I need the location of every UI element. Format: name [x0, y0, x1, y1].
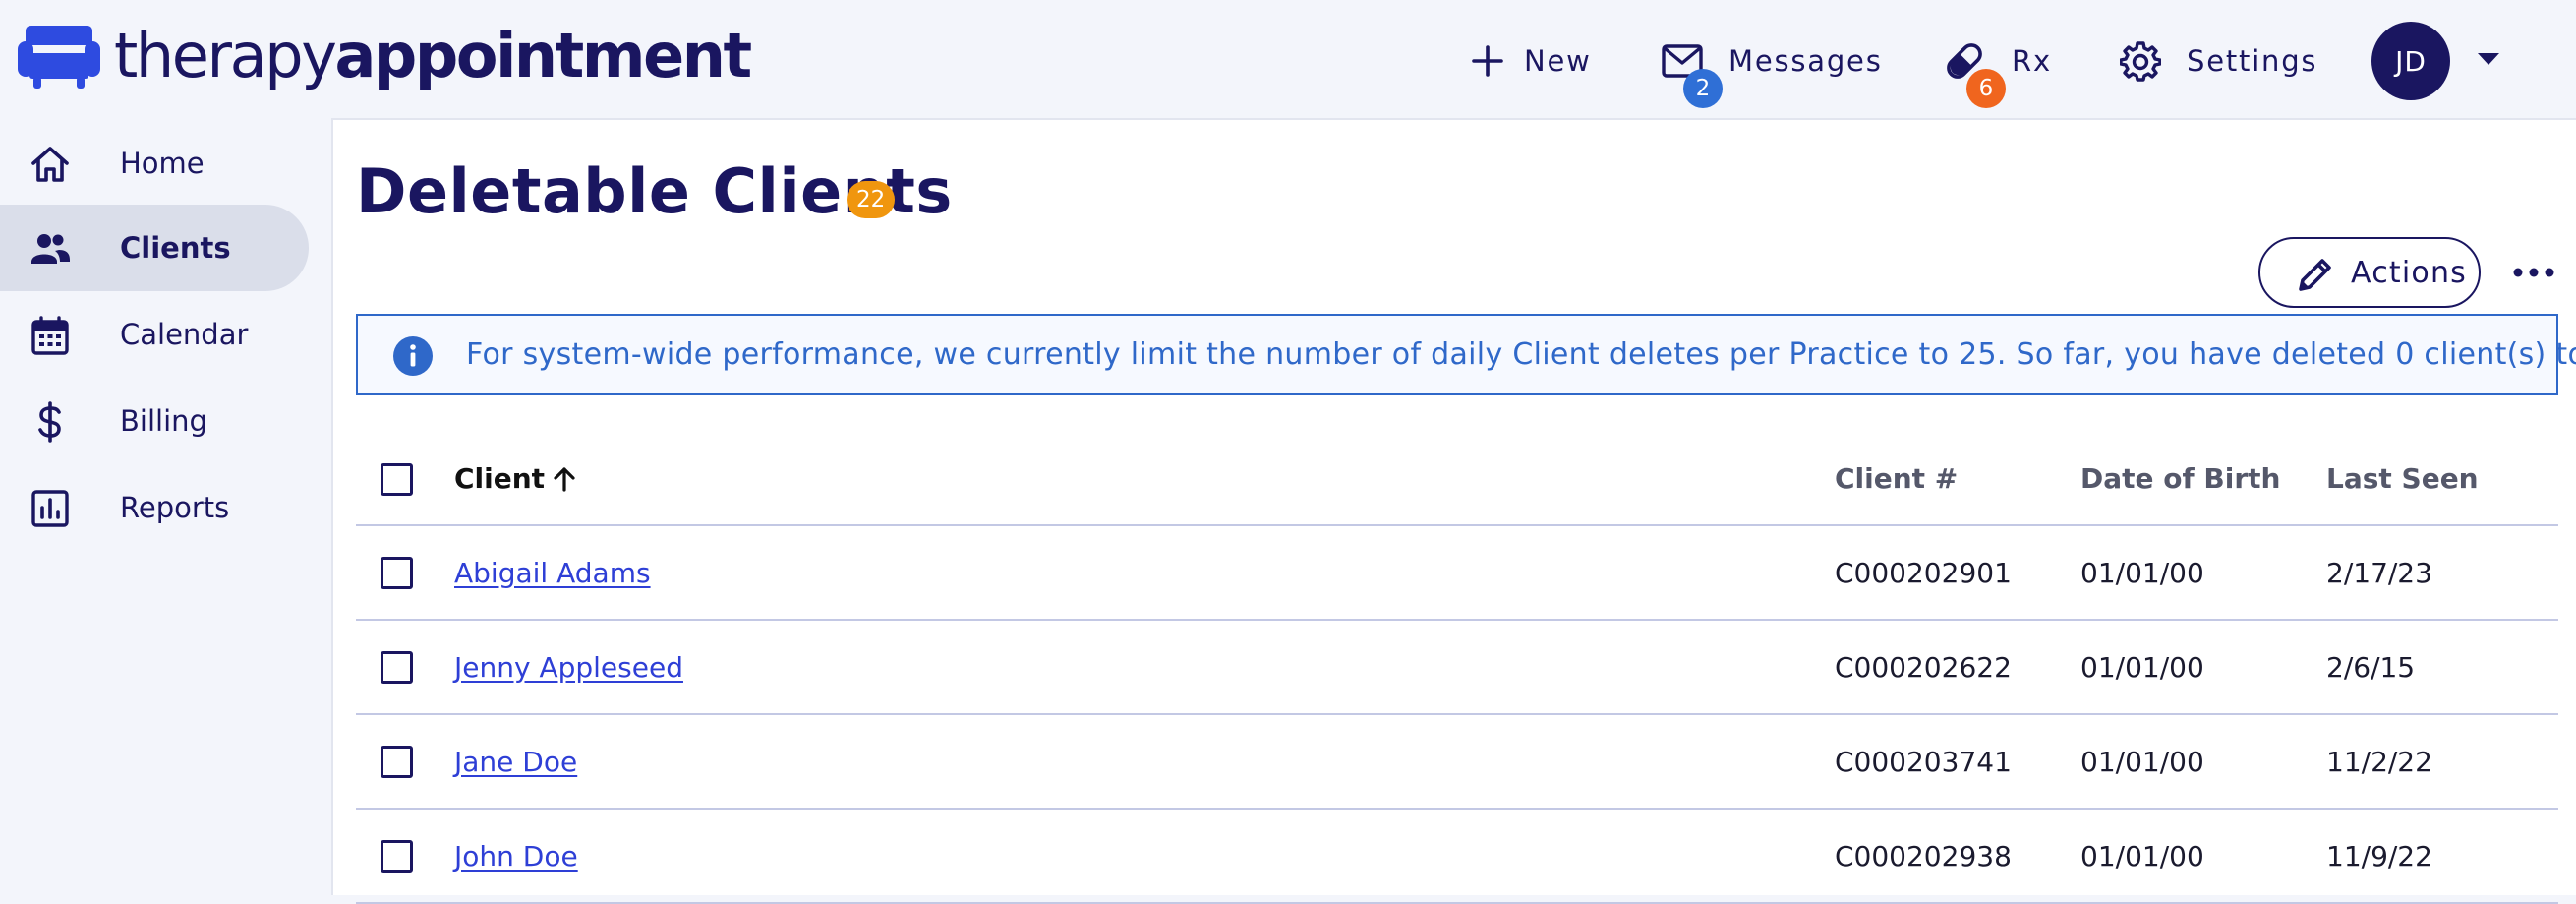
top-bar: therapyappointment New 2 Messages 6 Rx S… [0, 0, 2576, 118]
chart-icon [31, 490, 69, 527]
client-number-cell: C000202901 [1835, 556, 2012, 589]
messages-label: Messages [1728, 44, 1883, 78]
actions-button[interactable]: Actions [2258, 237, 2481, 308]
sidebar-item-label: Calendar [120, 318, 249, 351]
table-row: Abigail Adams C000202901 01/01/00 2/17/2… [356, 526, 2558, 621]
client-link[interactable]: Abigail Adams [454, 557, 651, 589]
couch-icon [18, 26, 100, 89]
sidebar-item-billing[interactable]: Billing [0, 378, 309, 464]
plus-icon [1472, 45, 1503, 77]
sidebar-item-calendar[interactable]: Calendar [0, 291, 309, 378]
row-checkbox[interactable] [381, 746, 413, 778]
rx-label: Rx [2012, 44, 2052, 78]
client-link[interactable]: Jenny Appleseed [454, 651, 683, 684]
settings-button[interactable]: Settings [2120, 30, 2317, 92]
date-of-birth-cell: 01/01/00 [2080, 745, 2204, 778]
last-seen-cell: 2/17/23 [2326, 556, 2432, 589]
user-avatar[interactable]: JD [2371, 22, 2450, 100]
clients-table: Client Client # Date of Birth Last Seen … [356, 433, 2558, 904]
sidebar-item-label: Reports [120, 491, 230, 524]
people-icon [31, 234, 70, 264]
client-name-cell: John Doe [454, 810, 578, 902]
client-name-cell: Jane Doe [454, 715, 577, 808]
more-options-icon[interactable] [2504, 256, 2563, 289]
sidebar-item-label: Billing [120, 404, 207, 438]
column-header-last-seen[interactable]: Last Seen [2326, 433, 2479, 524]
new-button[interactable]: New [1471, 30, 1592, 92]
client-count-badge: 22 [847, 181, 896, 218]
client-link[interactable]: John Doe [454, 840, 578, 873]
info-message: For system-wide performance, we currentl… [466, 337, 2576, 372]
pencil-icon [2299, 259, 2331, 291]
gear-icon [2120, 41, 2161, 82]
dollar-icon [38, 401, 61, 443]
new-label: New [1524, 44, 1592, 78]
column-header-client[interactable]: Client [454, 433, 576, 524]
calendar-icon [31, 316, 69, 355]
brand-wordmark-light: therapy [114, 20, 337, 91]
info-banner: For system-wide performance, we currentl… [356, 314, 2576, 395]
date-of-birth-cell: 01/01/00 [2080, 650, 2204, 684]
info-icon [393, 336, 433, 376]
client-name-cell: Abigail Adams [454, 526, 651, 619]
sidebar-item-home[interactable]: Home [0, 120, 309, 207]
brand-wordmark: therapyappointment [114, 26, 752, 87]
last-seen-cell: 11/2/22 [2326, 745, 2432, 778]
select-all-checkbox[interactable] [381, 463, 413, 496]
column-header-client-number[interactable]: Client # [1835, 433, 1958, 524]
settings-label: Settings [2187, 44, 2318, 78]
sidebar: Home Clients Calendar Billing Reports [0, 118, 329, 895]
date-of-birth-cell: 01/01/00 [2080, 556, 2204, 589]
date-of-birth-cell: 01/01/00 [2080, 839, 2204, 873]
table-header-row: Client Client # Date of Birth Last Seen [356, 433, 2558, 526]
rx-button[interactable]: 6 Rx [1943, 30, 2052, 108]
sidebar-item-label: Home [120, 147, 205, 180]
table-row: Jane Doe C000203741 01/01/00 11/2/22 [356, 715, 2558, 810]
client-name-cell: Jenny Appleseed [454, 621, 683, 713]
column-header-date-of-birth[interactable]: Date of Birth [2080, 433, 2281, 524]
actions-label: Actions [2351, 255, 2467, 290]
messages-button[interactable]: 2 Messages [1662, 30, 1883, 108]
client-number-cell: C000202938 [1835, 839, 2012, 873]
main-panel: Deletable Clients 22 Actions For system-… [331, 118, 2576, 904]
sort-ascending-icon [554, 466, 575, 492]
caret-down-icon[interactable] [2476, 51, 2501, 67]
home-icon [31, 147, 69, 182]
brand-logo[interactable]: therapyappointment [18, 22, 752, 90]
brand-wordmark-bold: appointment [334, 20, 752, 91]
last-seen-cell: 2/6/15 [2326, 650, 2416, 684]
row-checkbox[interactable] [381, 840, 413, 873]
sidebar-item-label: Clients [120, 231, 231, 265]
sidebar-item-clients[interactable]: Clients [0, 205, 309, 291]
row-checkbox[interactable] [381, 651, 413, 684]
client-number-cell: C000203741 [1835, 745, 2012, 778]
messages-count-badge: 2 [1683, 69, 1723, 108]
client-number-cell: C000202622 [1835, 650, 2012, 684]
rx-count-badge: 6 [1966, 69, 2006, 108]
row-checkbox[interactable] [381, 557, 413, 589]
column-header-label: Client [454, 462, 546, 495]
table-row: John Doe C000202938 01/01/00 11/9/22 [356, 810, 2558, 904]
client-link[interactable]: Jane Doe [454, 746, 577, 778]
table-row: Jenny Appleseed C000202622 01/01/00 2/6/… [356, 621, 2558, 715]
sidebar-item-reports[interactable]: Reports [0, 464, 309, 551]
last-seen-cell: 11/9/22 [2326, 839, 2432, 873]
